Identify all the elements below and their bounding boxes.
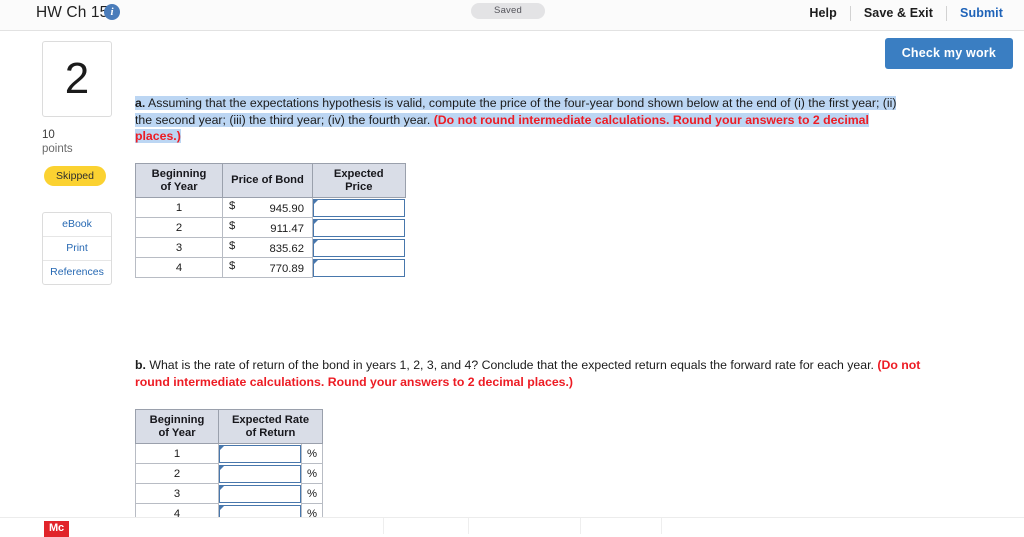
bottom-bar-dividers	[0, 518, 1024, 534]
top-bar: HW Ch 15 i Saved Help Save & Exit Submit	[0, 0, 1024, 31]
currency-symbol: $	[229, 200, 236, 213]
price-value: 945.90	[269, 202, 304, 215]
cell-price: $ 945.90	[222, 197, 313, 219]
cell-rate	[218, 443, 302, 464]
cell-year: 1	[135, 443, 219, 465]
header-line: Beginning	[149, 414, 205, 426]
cell-price: $ 835.62	[222, 237, 313, 259]
submit-button[interactable]: Submit	[947, 6, 1016, 20]
bottom-bar	[0, 517, 1024, 534]
cell-expected-price	[312, 237, 405, 258]
header-line: Beginning	[151, 168, 207, 180]
print-link[interactable]: Print	[43, 237, 111, 262]
divider	[383, 518, 384, 534]
table-row: 1 $ 945.90	[135, 197, 405, 219]
part-b-label: b.	[135, 358, 146, 372]
table-row: 2 $ 911.47	[135, 217, 405, 239]
cell-year: 2	[135, 463, 219, 485]
table-row: 2 %	[135, 463, 323, 485]
points-label: points	[42, 142, 73, 155]
check-my-work-button[interactable]: Check my work	[884, 38, 1013, 69]
percent-symbol: %	[301, 483, 323, 505]
points-block: 10 points	[42, 129, 114, 156]
ebook-link[interactable]: eBook	[43, 213, 111, 238]
references-link[interactable]: References	[43, 261, 111, 284]
column-header-price-of-bond: Price of Bond	[222, 162, 313, 199]
header-line: Expected Rate	[231, 414, 310, 426]
info-icon[interactable]: i	[104, 4, 120, 20]
column-header-beginning-of-year: Beginning of Year	[135, 408, 219, 445]
percent-symbol: %	[301, 443, 323, 465]
table-header-row: Beginning of Year Expected Rate of Retur…	[135, 408, 323, 445]
cell-year: 1	[135, 197, 223, 219]
price-value: 835.62	[269, 242, 304, 255]
currency-symbol: $	[229, 220, 236, 233]
table-row: 1 %	[135, 443, 323, 465]
page-title: HW Ch 15	[36, 4, 109, 21]
expected-rate-of-return-table: Beginning of Year Expected Rate of Retur…	[135, 408, 323, 525]
cell-expected-price	[312, 257, 405, 278]
mcgraw-hill-logo: Mc	[44, 521, 69, 537]
expected-rate-input[interactable]	[219, 444, 301, 463]
question-number: 2	[64, 54, 90, 103]
cell-price: $ 911.47	[222, 217, 313, 239]
skipped-badge: Skipped	[44, 166, 106, 187]
table-header-row: Beginning of Year Price of Bond Expected…	[135, 162, 406, 199]
expected-rate-input[interactable]	[219, 464, 301, 483]
cell-year: 2	[135, 217, 223, 239]
part-a-label: a.	[135, 96, 146, 110]
divider	[661, 518, 662, 534]
header-line: of Year	[158, 426, 196, 439]
page-root: HW Ch 15 i Saved Help Save & Exit Submit…	[0, 0, 1024, 537]
expected-price-input[interactable]	[313, 198, 405, 217]
cell-year: 3	[135, 483, 219, 505]
cell-price: $ 770.89	[222, 257, 313, 279]
expected-price-input[interactable]	[313, 218, 405, 237]
price-value: 770.89	[269, 262, 304, 275]
table-row: 3 $ 835.62	[135, 237, 405, 259]
points-value: 10	[42, 129, 55, 141]
cell-year: 3	[135, 237, 223, 259]
header-line: of Return	[245, 426, 296, 439]
divider	[580, 518, 581, 534]
cell-expected-price	[312, 217, 405, 238]
header-line: of Year	[160, 180, 198, 193]
top-bar-actions: Help Save & Exit Submit	[796, 3, 1016, 23]
expected-price-input[interactable]	[313, 238, 405, 257]
cell-rate	[218, 463, 302, 484]
status-badge: Saved	[471, 3, 545, 19]
percent-symbol: %	[301, 463, 323, 485]
column-header-expected-price: Expected Price	[312, 162, 406, 199]
part-b-text: b. What is the rate of return of the bon…	[135, 357, 925, 390]
cell-expected-price	[312, 197, 405, 218]
expected-price-table: Beginning of Year Price of Bond Expected…	[135, 162, 406, 279]
resource-links-box: eBook Print References	[42, 212, 112, 286]
table-row: 3 %	[135, 483, 323, 505]
part-b-body: What is the rate of return of the bond i…	[145, 358, 878, 372]
currency-symbol: $	[229, 260, 236, 273]
question-sidebar: 2 10 points Skipped eBook Print Referenc…	[42, 41, 114, 286]
table-row: 4 $ 770.89	[135, 257, 405, 279]
price-value: 911.47	[270, 222, 304, 235]
cell-year: 4	[135, 257, 223, 279]
save-and-exit-button[interactable]: Save & Exit	[851, 6, 946, 20]
divider	[468, 518, 469, 534]
expected-price-input[interactable]	[313, 258, 405, 277]
column-header-beginning-of-year: Beginning of Year	[135, 162, 223, 199]
part-a-text: a. Assuming that the expectations hypoth…	[135, 95, 907, 145]
cell-rate	[218, 483, 302, 504]
help-button[interactable]: Help	[796, 6, 850, 20]
expected-rate-input[interactable]	[219, 484, 301, 503]
question-number-box: 2	[42, 41, 112, 117]
currency-symbol: $	[229, 240, 236, 253]
column-header-expected-rate-of-return: Expected Rate of Return	[218, 408, 323, 445]
